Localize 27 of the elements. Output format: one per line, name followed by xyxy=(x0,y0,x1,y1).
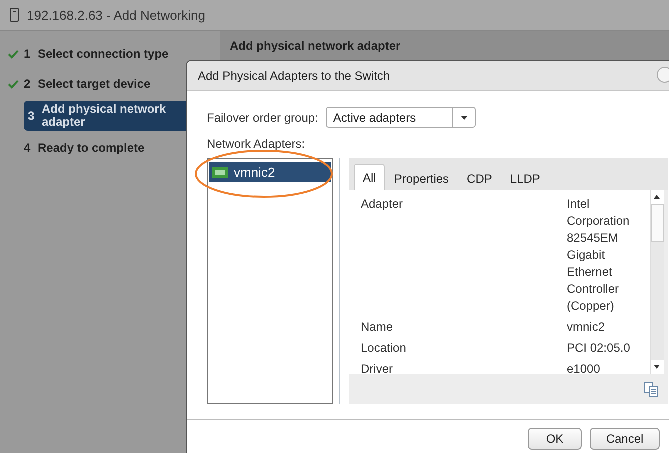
property-value: vmnic2 xyxy=(567,319,606,336)
caret-icon xyxy=(460,116,468,120)
adapters-label: Network Adapters: xyxy=(207,137,306,151)
window-title: 192.168.2.63 - Add Networking xyxy=(27,8,206,22)
page-heading: Add physical network adapter xyxy=(230,39,401,53)
property-name: Driver xyxy=(361,361,394,374)
tab[interactable]: CDP xyxy=(458,167,502,190)
property-value: Intel Corporation 82545EM Gigabit Ethernet Controller (Copper) xyxy=(567,196,631,315)
network-card-icon xyxy=(212,166,228,178)
property-value: e1000 xyxy=(567,361,602,374)
property-name: Adapter xyxy=(361,196,404,213)
failover-dropdown[interactable]: Active adapters xyxy=(326,107,476,128)
dialog-button[interactable]: OK xyxy=(528,428,582,450)
scrollbar[interactable] xyxy=(650,190,664,374)
tab[interactable]: All xyxy=(354,164,386,190)
copy-icon[interactable] xyxy=(644,382,658,396)
property-name: Location xyxy=(361,340,408,357)
property-name: Name xyxy=(361,319,394,336)
dialog-button[interactable]: Cancel xyxy=(590,428,660,450)
dialog-title: Add Physical Adapters to the Switch xyxy=(198,68,390,82)
tab[interactable]: Properties xyxy=(385,167,458,190)
scrollbar-thumb[interactable] xyxy=(651,204,664,242)
property-value: PCI 02:05.0 xyxy=(567,340,632,357)
adapter-item[interactable]: vmnic2 xyxy=(209,162,331,182)
phone-icon xyxy=(10,8,19,22)
tab[interactable]: LLDP xyxy=(501,167,550,190)
wizard-step[interactable]: 1 Select connection type xyxy=(24,41,220,67)
